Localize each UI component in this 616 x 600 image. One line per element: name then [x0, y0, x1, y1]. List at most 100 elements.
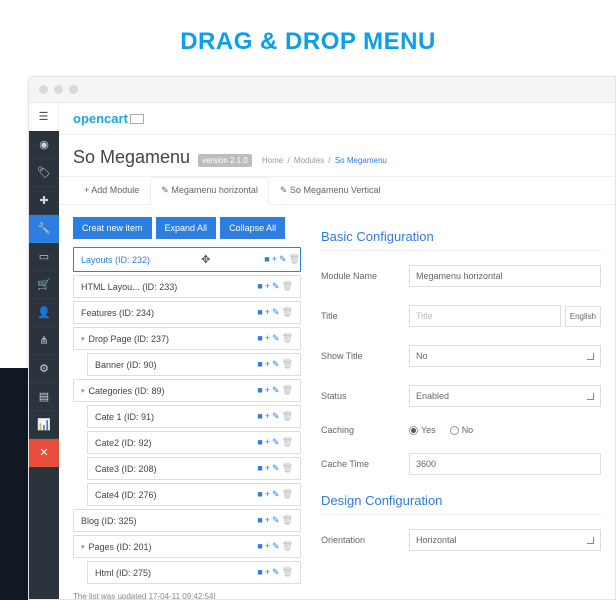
- plus-icon[interactable]: +: [265, 333, 270, 344]
- create-item-button[interactable]: Creat new item: [73, 217, 152, 239]
- close-icon[interactable]: ✕: [29, 439, 59, 467]
- tree-item[interactable]: Cate2 (ID: 92)■+✎🗑: [87, 431, 301, 454]
- trash-icon[interactable]: 🗑: [289, 254, 300, 265]
- tree-item[interactable]: Cate4 (ID: 276)■+✎🗑: [87, 483, 301, 506]
- puzzle-icon[interactable]: ✚: [29, 187, 59, 215]
- select-show-title[interactable]: No: [409, 345, 601, 367]
- monitor-icon[interactable]: ▭: [29, 243, 59, 271]
- add-icon[interactable]: ■: [257, 567, 262, 578]
- add-icon[interactable]: ■: [257, 307, 262, 318]
- trash-icon[interactable]: 🗑: [282, 411, 293, 422]
- input-module-name[interactable]: Megamenu horizontal: [409, 265, 601, 287]
- dashboard-icon[interactable]: ◉: [29, 131, 59, 159]
- plus-icon[interactable]: +: [265, 567, 270, 578]
- add-icon[interactable]: ■: [257, 333, 262, 344]
- tree-item[interactable]: ▾Pages (ID: 201)■+✎🗑: [73, 535, 301, 558]
- add-icon[interactable]: ■: [257, 489, 262, 500]
- plus-icon[interactable]: +: [265, 307, 270, 318]
- add-icon[interactable]: ■: [257, 385, 262, 396]
- lang-selector[interactable]: English: [565, 306, 601, 327]
- plus-icon[interactable]: +: [265, 281, 270, 292]
- doc-icon[interactable]: ▤: [29, 383, 59, 411]
- edit-icon[interactable]: ✎: [272, 463, 280, 474]
- edit-icon[interactable]: ✎: [272, 489, 280, 500]
- edit-icon[interactable]: ✎: [279, 254, 287, 265]
- tree-item[interactable]: Layouts (ID: 232)✥■+✎🗑: [73, 247, 301, 272]
- user-icon[interactable]: 👤: [29, 299, 59, 327]
- plus-icon[interactable]: +: [265, 385, 270, 396]
- plus-icon[interactable]: +: [265, 463, 270, 474]
- trash-icon[interactable]: 🗑: [282, 281, 293, 292]
- tree-item[interactable]: Html (ID: 275)■+✎🗑: [87, 561, 301, 584]
- add-icon[interactable]: ■: [257, 281, 262, 292]
- tag-icon[interactable]: 🏷: [29, 159, 59, 187]
- tab-add-module[interactable]: + Add Module: [73, 177, 150, 204]
- crumb-modules[interactable]: Modules: [294, 156, 324, 165]
- tab-vertical[interactable]: ✎ So Megamenu Vertical: [269, 177, 392, 204]
- cart-icon[interactable]: 🛒: [29, 271, 59, 299]
- gear-icon[interactable]: ⚙: [29, 355, 59, 383]
- plus-icon[interactable]: +: [265, 437, 270, 448]
- tree-item[interactable]: Banner (ID: 90)■+✎🗑: [87, 353, 301, 376]
- edit-icon[interactable]: ✎: [272, 385, 280, 396]
- trash-icon[interactable]: 🗑: [282, 359, 293, 370]
- radio-yes[interactable]: Yes: [409, 425, 436, 435]
- share-icon[interactable]: ⋔: [29, 327, 59, 355]
- sidebar-toggle-icon[interactable]: ☰: [29, 103, 59, 131]
- caret-icon[interactable]: ▾: [81, 335, 85, 343]
- trash-icon[interactable]: 🗑: [282, 489, 293, 500]
- plus-icon[interactable]: +: [265, 411, 270, 422]
- tree-item[interactable]: Features (ID: 234)■+✎🗑: [73, 301, 301, 324]
- edit-icon[interactable]: ✎: [272, 515, 280, 526]
- edit-icon[interactable]: ✎: [272, 437, 280, 448]
- tree-item[interactable]: Cate 1 (ID: 91)■+✎🗑: [87, 405, 301, 428]
- edit-icon[interactable]: ✎: [272, 307, 280, 318]
- edit-icon[interactable]: ✎: [272, 359, 280, 370]
- edit-icon[interactable]: ✎: [272, 567, 280, 578]
- add-icon[interactable]: ■: [264, 254, 269, 265]
- collapse-all-button[interactable]: Collapse All: [220, 217, 285, 239]
- caret-icon[interactable]: ▾: [81, 543, 85, 551]
- plus-icon[interactable]: +: [265, 359, 270, 370]
- select-status[interactable]: Enabled: [409, 385, 601, 407]
- crumb-home[interactable]: Home: [262, 156, 283, 165]
- label-module-name: Module Name: [321, 271, 409, 281]
- trash-icon[interactable]: 🗑: [282, 333, 293, 344]
- tree-item[interactable]: HTML Layou... (ID: 233)■+✎🗑: [73, 275, 301, 298]
- tree-item[interactable]: ▾Categories (ID: 89)■+✎🗑: [73, 379, 301, 402]
- tree-item[interactable]: ▾Drop Page (ID: 237)■+✎🗑: [73, 327, 301, 350]
- move-icon[interactable]: ✥: [201, 253, 213, 266]
- edit-icon[interactable]: ✎: [272, 281, 280, 292]
- chart-icon[interactable]: 📊: [29, 411, 59, 439]
- tree-item[interactable]: Blog (ID: 325)■+✎🗑: [73, 509, 301, 532]
- trash-icon[interactable]: 🗑: [282, 541, 293, 552]
- expand-all-button[interactable]: Expand All: [156, 217, 217, 239]
- trash-icon[interactable]: 🗑: [282, 385, 293, 396]
- select-orientation[interactable]: Horizontal: [409, 529, 601, 551]
- add-icon[interactable]: ■: [257, 437, 262, 448]
- plus-icon[interactable]: +: [272, 254, 277, 265]
- edit-icon[interactable]: ✎: [272, 333, 280, 344]
- plus-icon[interactable]: +: [265, 489, 270, 500]
- add-icon[interactable]: ■: [257, 411, 262, 422]
- plus-icon[interactable]: +: [265, 541, 270, 552]
- input-title[interactable]: Title: [409, 305, 561, 327]
- trash-icon[interactable]: 🗑: [282, 567, 293, 578]
- add-icon[interactable]: ■: [257, 541, 262, 552]
- add-icon[interactable]: ■: [257, 463, 262, 474]
- edit-icon[interactable]: ✎: [272, 411, 280, 422]
- add-icon[interactable]: ■: [257, 359, 262, 370]
- plus-icon[interactable]: +: [265, 515, 270, 526]
- input-cache-time[interactable]: 3600: [409, 453, 601, 475]
- caret-icon[interactable]: ▾: [81, 387, 85, 395]
- add-icon[interactable]: ■: [257, 515, 262, 526]
- edit-icon[interactable]: ✎: [272, 541, 280, 552]
- trash-icon[interactable]: 🗑: [282, 515, 293, 526]
- tools-icon[interactable]: 🔧: [29, 215, 59, 243]
- trash-icon[interactable]: 🗑: [282, 437, 293, 448]
- tree-item[interactable]: Cate3 (ID: 208)■+✎🗑: [87, 457, 301, 480]
- radio-no[interactable]: No: [450, 425, 474, 435]
- trash-icon[interactable]: 🗑: [282, 463, 293, 474]
- trash-icon[interactable]: 🗑: [282, 307, 293, 318]
- tab-horizontal[interactable]: ✎ Megamenu horizontal: [150, 177, 269, 205]
